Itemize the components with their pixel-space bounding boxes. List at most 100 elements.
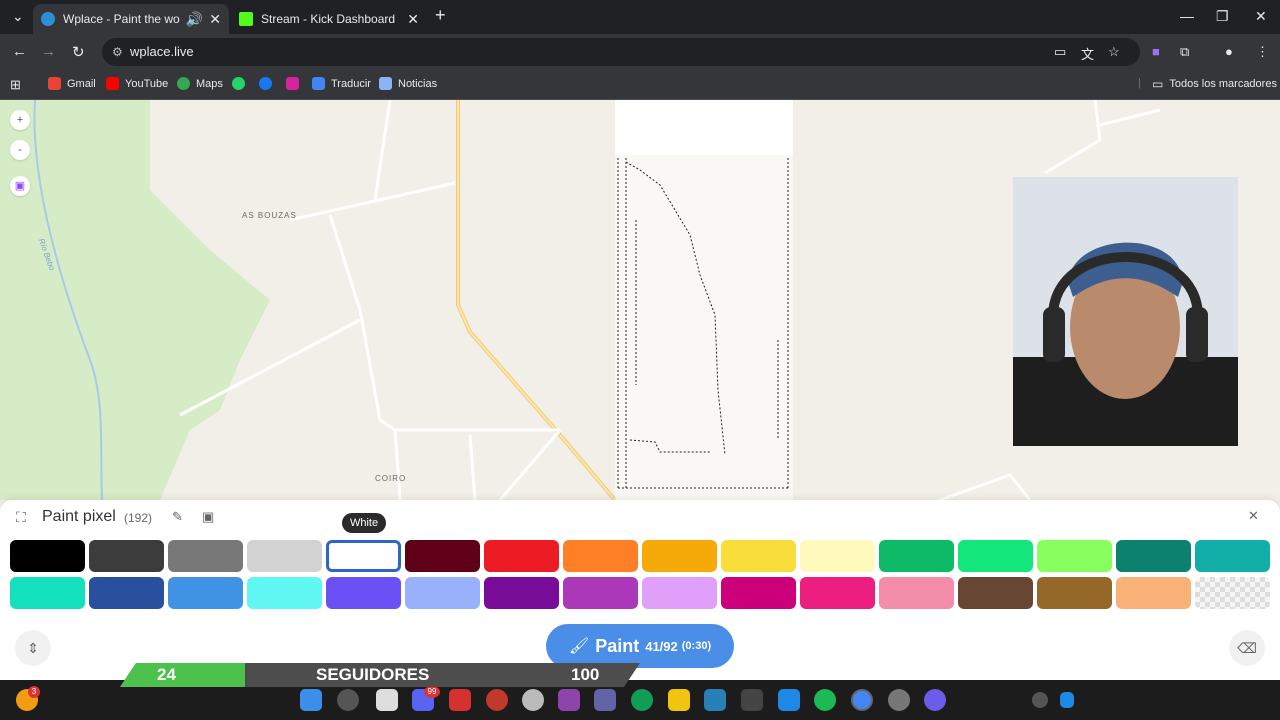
steam-icon[interactable] [522, 689, 544, 711]
bookmark-translate[interactable]: Traducir [312, 77, 371, 90]
color-swatch[interactable] [642, 577, 717, 609]
color-swatch[interactable] [879, 540, 954, 572]
image-icon[interactable]: ▣ [202, 509, 214, 525]
maximize-icon[interactable]: ❐ [1216, 8, 1229, 25]
paint-button[interactable]: 🖌 Paint 41/92 (0:30) [546, 624, 734, 668]
app-icon[interactable] [924, 689, 946, 711]
close-tab-icon[interactable]: ✕ [209, 11, 221, 28]
color-swatch[interactable] [484, 577, 559, 609]
color-swatch[interactable] [563, 540, 638, 572]
color-swatch[interactable] [721, 577, 796, 609]
back-icon[interactable]: ← [12, 43, 27, 60]
color-swatch[interactable] [721, 540, 796, 572]
profile-avatar[interactable]: ● [1225, 44, 1233, 59]
transparent-swatch[interactable] [1195, 577, 1270, 609]
x-app-icon[interactable] [449, 689, 471, 711]
speaker-icon[interactable]: 🔊 [186, 11, 203, 28]
color-swatch[interactable] [247, 540, 322, 572]
color-swatch[interactable] [168, 540, 243, 572]
file-explorer-icon[interactable] [668, 689, 690, 711]
color-swatch[interactable] [10, 540, 85, 572]
close-panel-icon[interactable]: ✕ [1248, 508, 1259, 524]
tab-wplace[interactable]: Wplace - Paint the world 🔊 ✕ [33, 4, 229, 34]
install-app-icon[interactable]: ▭ [1054, 44, 1066, 60]
apps-grid-icon[interactable]: ⊞ [10, 77, 21, 93]
store-icon[interactable] [704, 689, 726, 711]
color-swatch[interactable] [1037, 540, 1112, 572]
fullscreen-icon[interactable]: ⛶ [16, 509, 26, 526]
edit-pencil-icon[interactable]: ✎ [172, 509, 183, 525]
extensions-icon[interactable]: ⧉ [1180, 44, 1189, 60]
color-swatch[interactable] [484, 540, 559, 572]
search-icon[interactable] [337, 689, 359, 711]
forward-icon[interactable]: → [41, 43, 56, 60]
color-swatch[interactable] [89, 577, 164, 609]
bookmark-instagram[interactable] [286, 77, 305, 90]
eraser-icon[interactable]: ⌫ [1229, 630, 1265, 666]
color-swatch[interactable] [10, 577, 85, 609]
task-view-icon[interactable] [376, 689, 398, 711]
tray-icon[interactable] [1032, 692, 1048, 708]
minimize-icon[interactable]: — [1180, 8, 1194, 24]
color-swatch[interactable] [1195, 540, 1270, 572]
new-tab-icon[interactable]: + [435, 5, 446, 26]
color-swatch[interactable] [800, 577, 875, 609]
tab-kick[interactable]: Stream - Kick Dashboard ✕ [231, 4, 427, 34]
obs-icon[interactable] [888, 689, 910, 711]
bookmark-star-icon[interactable]: ☆ [1108, 44, 1120, 60]
start-icon[interactable] [300, 689, 322, 711]
maps-icon [177, 77, 190, 90]
color-swatch[interactable] [89, 540, 164, 572]
mic-icon[interactable] [1060, 692, 1074, 708]
color-swatch[interactable] [1116, 577, 1191, 609]
tab-title: Stream - Kick Dashboard [261, 12, 396, 26]
chrome-icon[interactable] [851, 689, 873, 711]
close-window-icon[interactable]: ✕ [1255, 8, 1267, 25]
tab-search-icon[interactable]: ⌄ [12, 8, 24, 25]
twitch-button-icon[interactable]: ▣ [10, 176, 30, 196]
site-info-icon[interactable]: ⚙ [112, 38, 123, 66]
color-swatch[interactable] [405, 540, 480, 572]
color-swatch[interactable] [879, 577, 954, 609]
webcam-overlay [1013, 177, 1238, 446]
extension-twitch-icon[interactable]: ■ [1152, 44, 1160, 59]
bookmark-gmail[interactable]: Gmail [48, 77, 96, 90]
expand-toggle-icon[interactable]: ⇕ [15, 630, 51, 666]
teams-icon[interactable] [594, 689, 616, 711]
folder-icon: ▭ [1152, 77, 1164, 91]
color-swatch[interactable] [168, 577, 243, 609]
color-swatch[interactable] [1116, 540, 1191, 572]
dropbox-icon[interactable] [741, 689, 763, 711]
app-icon[interactable] [778, 689, 800, 711]
menu-icon[interactable]: ⋮ [1256, 44, 1269, 60]
reload-icon[interactable]: ↻ [72, 43, 85, 61]
zoom-out-button[interactable]: - [10, 140, 30, 160]
close-tab-icon[interactable]: ✕ [407, 11, 419, 28]
wplace-favicon-icon [41, 12, 55, 26]
edge-icon[interactable] [631, 689, 653, 711]
bookmark-news[interactable]: Noticias [379, 77, 437, 90]
zoom-in-button[interactable]: + [10, 110, 30, 130]
color-swatch[interactable] [1037, 577, 1112, 609]
color-swatch[interactable] [958, 540, 1033, 572]
color-swatch[interactable] [800, 540, 875, 572]
address-bar[interactable]: ⚙ wplace.live [102, 38, 1140, 66]
translate-icon[interactable]: 文 [1081, 44, 1094, 63]
color-swatch[interactable] [405, 577, 480, 609]
color-swatch[interactable] [563, 577, 638, 609]
color-swatch[interactable] [326, 577, 401, 609]
spotify-icon[interactable] [814, 689, 836, 711]
bookmark-facebook[interactable] [259, 77, 278, 90]
bookmark-whatsapp[interactable] [232, 77, 251, 90]
app-icon[interactable] [486, 689, 508, 711]
color-swatch[interactable] [326, 540, 401, 572]
bookmark-maps[interactable]: Maps [177, 77, 223, 90]
all-bookmarks-folder[interactable]: ▭ Todos los marcadores [1152, 77, 1277, 91]
color-swatch[interactable] [958, 577, 1033, 609]
color-swatch[interactable] [247, 577, 322, 609]
charges-count: 41/92 [645, 638, 678, 654]
bookmark-youtube[interactable]: YouTube [106, 77, 168, 90]
copilot-icon[interactable] [558, 689, 580, 711]
color-swatch[interactable] [642, 540, 717, 572]
cooldown-timer: (0:30) [681, 640, 712, 652]
